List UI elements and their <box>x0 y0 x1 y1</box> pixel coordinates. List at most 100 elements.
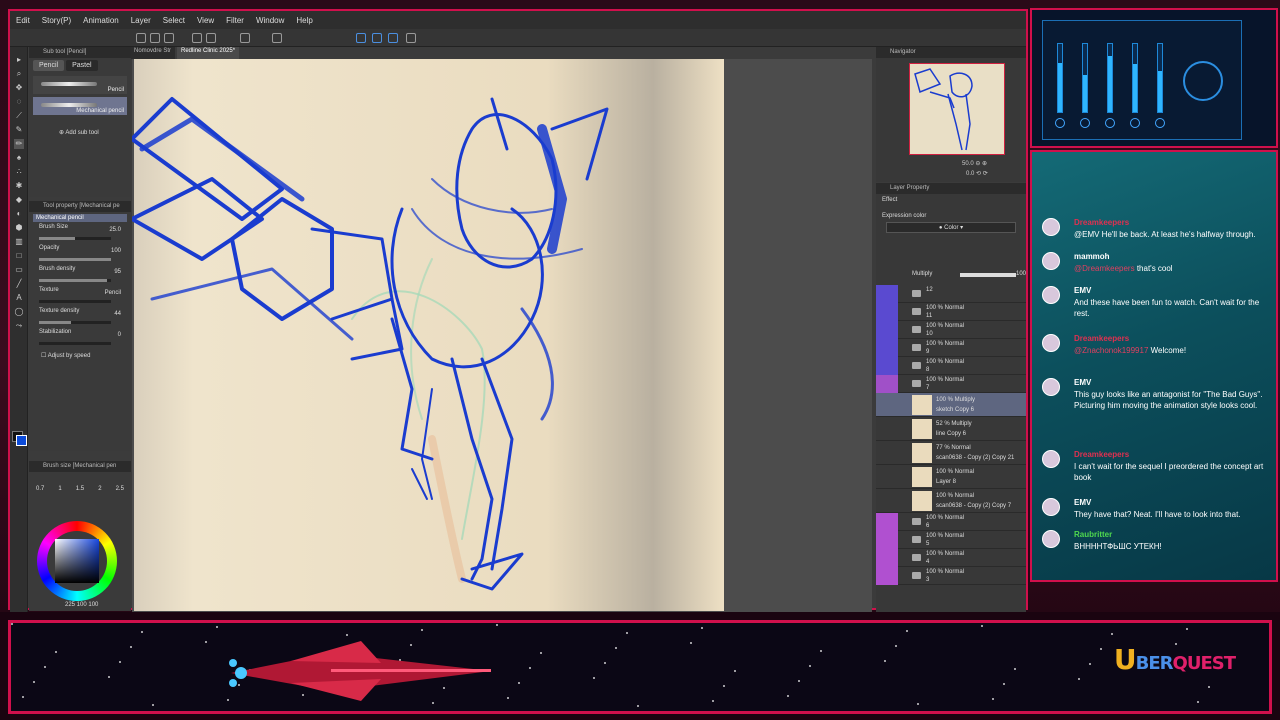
layer-folder-row[interactable]: 12 <box>876 285 1026 303</box>
blend-mode-row[interactable]: Multiply 100 <box>876 271 1026 281</box>
navigator-thumbnail[interactable] <box>909 63 1005 155</box>
transform-icon[interactable] <box>272 33 282 43</box>
layer-folder-row[interactable]: 100 % Normal 11 <box>876 303 1026 321</box>
layer-folder-row[interactable]: 100 % Normal 4 <box>876 549 1026 567</box>
canvas-area[interactable] <box>132 59 872 612</box>
add-sub-tool-button[interactable]: ⊕ Add sub tool <box>59 129 131 136</box>
brush-size-preset[interactable]: 1 <box>58 486 61 492</box>
brush-size-preset[interactable]: 1.5 <box>76 486 84 492</box>
lasso-icon[interactable]: ◌ <box>14 97 24 107</box>
tool-property-row[interactable]: Brush density 95 <box>29 266 131 287</box>
menu-animation[interactable]: Animation <box>77 16 125 25</box>
ruler-icon[interactable]: ╱ <box>14 279 24 289</box>
pen-icon[interactable]: ✎ <box>14 125 24 135</box>
layer-folder-row[interactable]: 100 % Normal 6 <box>876 513 1026 531</box>
property-value[interactable]: 44 <box>114 311 121 317</box>
selection-icon[interactable] <box>240 33 250 43</box>
property-value[interactable]: Pencil <box>105 290 121 296</box>
zoom-readout[interactable]: 50.0 ⊖ ⊕ <box>962 160 987 167</box>
property-slider[interactable] <box>39 342 111 345</box>
decoration-icon[interactable]: ✱ <box>14 181 24 191</box>
rotation-readout[interactable]: 0.0 ⟲ ⟳ <box>966 170 988 177</box>
star <box>216 626 218 628</box>
tab-pencil[interactable]: Pencil <box>33 60 65 71</box>
avatar <box>1042 530 1060 548</box>
layer-row[interactable]: 77 % Normal scan0638 - Copy (2) Copy 21 <box>876 441 1026 465</box>
menu-story[interactable]: Story(P) <box>36 16 77 25</box>
settings-icon[interactable] <box>406 33 416 43</box>
menu-help[interactable]: Help <box>290 16 318 25</box>
tool-property-row[interactable]: Opacity 100 <box>29 245 131 266</box>
balloon-icon[interactable]: ◯ <box>14 307 24 317</box>
brush-pencil[interactable]: Pencil <box>33 76 127 94</box>
eyedropper-icon[interactable]: ⟋ <box>14 111 24 121</box>
layer-folder-row[interactable]: 100 % Normal 5 <box>876 531 1026 549</box>
brush-size-preset[interactable]: 2.5 <box>116 486 124 492</box>
layer-folder-row[interactable]: 100 % Normal 9 <box>876 339 1026 357</box>
layer-row[interactable]: 100 % Multiply sketch Copy 6 <box>876 393 1026 417</box>
property-slider[interactable] <box>39 237 111 240</box>
property-slider[interactable] <box>39 300 111 303</box>
color-wheel[interactable] <box>37 521 117 601</box>
property-value[interactable]: 95 <box>114 269 121 275</box>
correct-line-icon[interactable]: ⤳ <box>14 321 24 331</box>
expression-color-select[interactable]: ● Color ▾ <box>886 222 1016 233</box>
property-slider[interactable] <box>39 258 111 261</box>
layer-row[interactable]: 52 % Multiply line Copy 6 <box>876 417 1026 441</box>
brush-mechanical-pencil[interactable]: Mechanical pencil <box>33 97 127 115</box>
redo-icon[interactable] <box>206 33 216 43</box>
zoom-icon[interactable]: ⌕ <box>14 69 24 79</box>
frame-icon[interactable]: ▭ <box>14 265 24 275</box>
undo-icon[interactable] <box>192 33 202 43</box>
save-icon[interactable] <box>164 33 174 43</box>
rotation-value: 0.0 <box>966 171 975 177</box>
layer-row[interactable]: 100 % Normal Layer 8 <box>876 465 1026 489</box>
menu-edit[interactable]: Edit <box>10 16 36 25</box>
menu-filter[interactable]: Filter <box>220 16 250 25</box>
open-icon[interactable] <box>150 33 160 43</box>
main-color-swatch[interactable] <box>16 435 27 446</box>
brush-icon[interactable]: ♠ <box>14 153 24 163</box>
property-value[interactable]: 25.0 <box>109 227 121 233</box>
saturation-value-square[interactable] <box>55 539 99 583</box>
airbrush-icon[interactable]: ∴ <box>14 167 24 177</box>
property-value[interactable]: 0 <box>118 332 121 338</box>
brush-size-preset[interactable]: 0.7 <box>36 486 44 492</box>
opacity-slider[interactable] <box>960 273 1016 277</box>
layer-folder-row[interactable]: 100 % Normal 7 <box>876 375 1026 393</box>
menu-select[interactable]: Select <box>157 16 191 25</box>
layer-folder-row[interactable]: 100 % Normal 3 <box>876 567 1026 585</box>
menu-window[interactable]: Window <box>250 16 290 25</box>
gradient-icon[interactable]: ▥ <box>14 237 24 247</box>
property-slider[interactable] <box>39 321 111 324</box>
tool-property-row[interactable]: Stabilization 0 <box>29 329 131 350</box>
tab-pastel[interactable]: Pastel <box>66 60 98 71</box>
blend-icon[interactable]: ◐ <box>14 209 24 219</box>
brush-size-preset[interactable]: 2 <box>98 486 101 492</box>
text-icon[interactable]: A <box>14 293 24 303</box>
layer-row[interactable]: 100 % Normal scan0638 - Copy (2) Copy 7 <box>876 489 1026 513</box>
tab-doc-1[interactable]: Nomovdre Str <box>130 47 176 59</box>
ruler-snap-icon[interactable] <box>356 33 366 43</box>
property-value[interactable]: 100 <box>111 248 121 254</box>
fill-icon[interactable]: ⬢ <box>14 223 24 233</box>
property-slider[interactable] <box>39 279 111 282</box>
pencil-icon[interactable]: ✏ <box>14 139 24 149</box>
tab-doc-2[interactable]: Redline Clinic 2025* <box>177 47 240 59</box>
new-icon[interactable] <box>136 33 146 43</box>
special-ruler-icon[interactable] <box>372 33 382 43</box>
eraser-icon[interactable]: ◆ <box>14 195 24 205</box>
tool-property-row[interactable]: Texture Pencil <box>29 287 131 308</box>
move-icon[interactable]: ✥ <box>14 83 24 93</box>
figure-icon[interactable]: □ <box>14 251 24 261</box>
grid-snap-icon[interactable] <box>388 33 398 43</box>
menu-view[interactable]: View <box>191 16 220 25</box>
layer-folder-row[interactable]: 100 % Normal 10 <box>876 321 1026 339</box>
tool-property-row[interactable]: Brush Size 25.0 <box>29 224 131 245</box>
tool-property-row[interactable]: Texture density 44 <box>29 308 131 329</box>
layer-folder-row[interactable]: 100 % Normal 8 <box>876 357 1026 375</box>
adjust-by-speed-checkbox[interactable]: ☐ Adjust by speed <box>29 352 131 359</box>
star <box>55 651 57 653</box>
cursor-icon[interactable]: ▸ <box>14 55 24 65</box>
menu-layer[interactable]: Layer <box>125 16 157 25</box>
